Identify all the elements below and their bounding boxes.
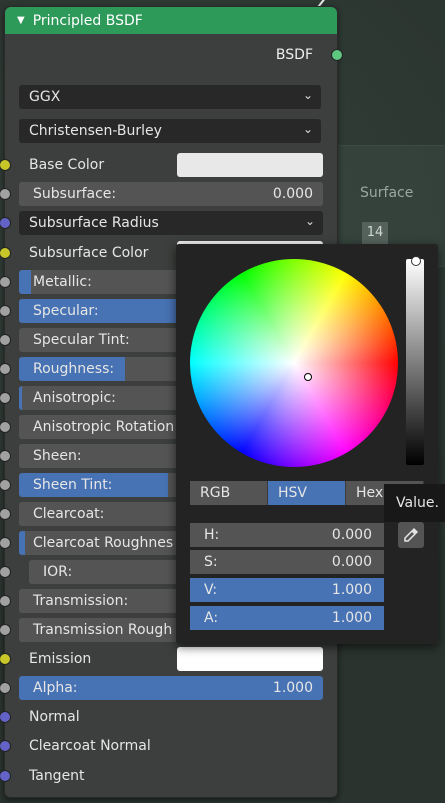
hue-value: 0.000	[331, 527, 372, 543]
value-slider-handle[interactable]	[411, 256, 421, 266]
subsurface-value: 0.000	[272, 186, 313, 202]
hue-label: H:	[204, 527, 220, 543]
saturation-value: 0.000	[331, 554, 372, 570]
color-picker-popup[interactable]: RGB HSV Hex H: 0.000 S: 0.000 V: 1.000 A…	[176, 244, 438, 644]
alpha-value: 1.000	[272, 680, 313, 696]
tangent-label: Tangent	[29, 768, 85, 784]
clearcoat-normal-label: Clearcoat Normal	[29, 738, 151, 754]
value-slider[interactable]	[406, 259, 424, 465]
transmission-roughness-label: Transmission Rough	[33, 622, 173, 638]
base-color-label: Base Color	[29, 157, 105, 173]
tooltip: Value.	[384, 484, 445, 522]
distribution-dropdown[interactable]: GGX ⌄	[19, 85, 321, 109]
anisotropic-label: Anisotropic:	[33, 390, 116, 406]
metallic-label: Metallic:	[33, 274, 92, 290]
saturation-label: S:	[204, 554, 218, 570]
saturation-field[interactable]: S: 0.000	[190, 550, 384, 574]
sheen-label: Sheen:	[33, 448, 82, 464]
output-bsdf-label: BSDF	[275, 47, 313, 63]
specular-label: Specular:	[33, 303, 99, 319]
eyedropper-button[interactable]	[398, 522, 424, 548]
transmission-label: Transmission:	[33, 593, 129, 609]
tab-rgb[interactable]: RGB	[190, 481, 268, 505]
node-header[interactable]: ▼ Principled BSDF	[5, 7, 337, 34]
alpha-field-picker[interactable]: A: 1.000	[190, 606, 384, 630]
specular-tint-label: Specular Tint:	[33, 332, 130, 348]
distribution-value: GGX	[29, 89, 61, 105]
bsdf-output-socket[interactable]	[331, 49, 343, 61]
subsurface-label: Subsurface:	[33, 186, 117, 202]
alpha-field[interactable]: Alpha: 1.000	[19, 676, 323, 700]
value-label: V:	[204, 582, 218, 598]
background-surface-label: Surface	[360, 185, 414, 201]
chevron-down-icon: ⌄	[304, 214, 315, 228]
normal-label: Normal	[29, 709, 80, 725]
base-color-swatch[interactable]	[177, 153, 323, 177]
alpha-picker-label: A:	[204, 610, 219, 626]
subsurface-method-value: Christensen-Burley	[29, 123, 162, 139]
roughness-label: Roughness:	[33, 361, 115, 377]
subsurface-radius-label: Subsurface Radius	[29, 215, 159, 231]
anisotropic-rotation-label: Anisotropic Rotation	[33, 419, 175, 435]
emission-color-swatch[interactable]	[177, 647, 323, 671]
subsurface-method-dropdown[interactable]: Christensen-Burley ⌄	[19, 119, 321, 143]
wheel-cursor[interactable]	[304, 373, 312, 381]
chevron-down-icon: ⌄	[302, 88, 313, 102]
background-count-field: 14	[362, 222, 388, 244]
subsurface-color-label: Subsurface Color	[29, 245, 149, 261]
sheen-tint-label: Sheen Tint:	[33, 477, 113, 493]
alpha-picker-value: 1.000	[331, 610, 372, 626]
eyedropper-icon	[404, 528, 418, 542]
chevron-down-icon: ⌄	[302, 122, 313, 136]
ior-label: IOR:	[43, 564, 73, 580]
value-value: 1.000	[331, 582, 372, 598]
clearcoat-label: Clearcoat:	[33, 506, 105, 522]
subsurface-field[interactable]: Subsurface: 0.000	[19, 182, 323, 206]
hue-saturation-wheel[interactable]	[190, 259, 398, 467]
emission-label: Emission	[29, 651, 92, 667]
subsurface-radius-dropdown[interactable]: Subsurface Radius ⌄	[19, 211, 323, 235]
hue-field[interactable]: H: 0.000	[190, 523, 384, 547]
value-field[interactable]: V: 1.000	[190, 578, 384, 602]
collapse-triangle-icon[interactable]: ▼	[17, 15, 25, 26]
node-title: Principled BSDF	[32, 12, 143, 29]
clearcoat-roughness-label: Clearcoat Roughnes	[33, 535, 174, 551]
tab-hsv[interactable]: HSV	[268, 481, 346, 505]
alpha-label: Alpha:	[33, 680, 78, 696]
